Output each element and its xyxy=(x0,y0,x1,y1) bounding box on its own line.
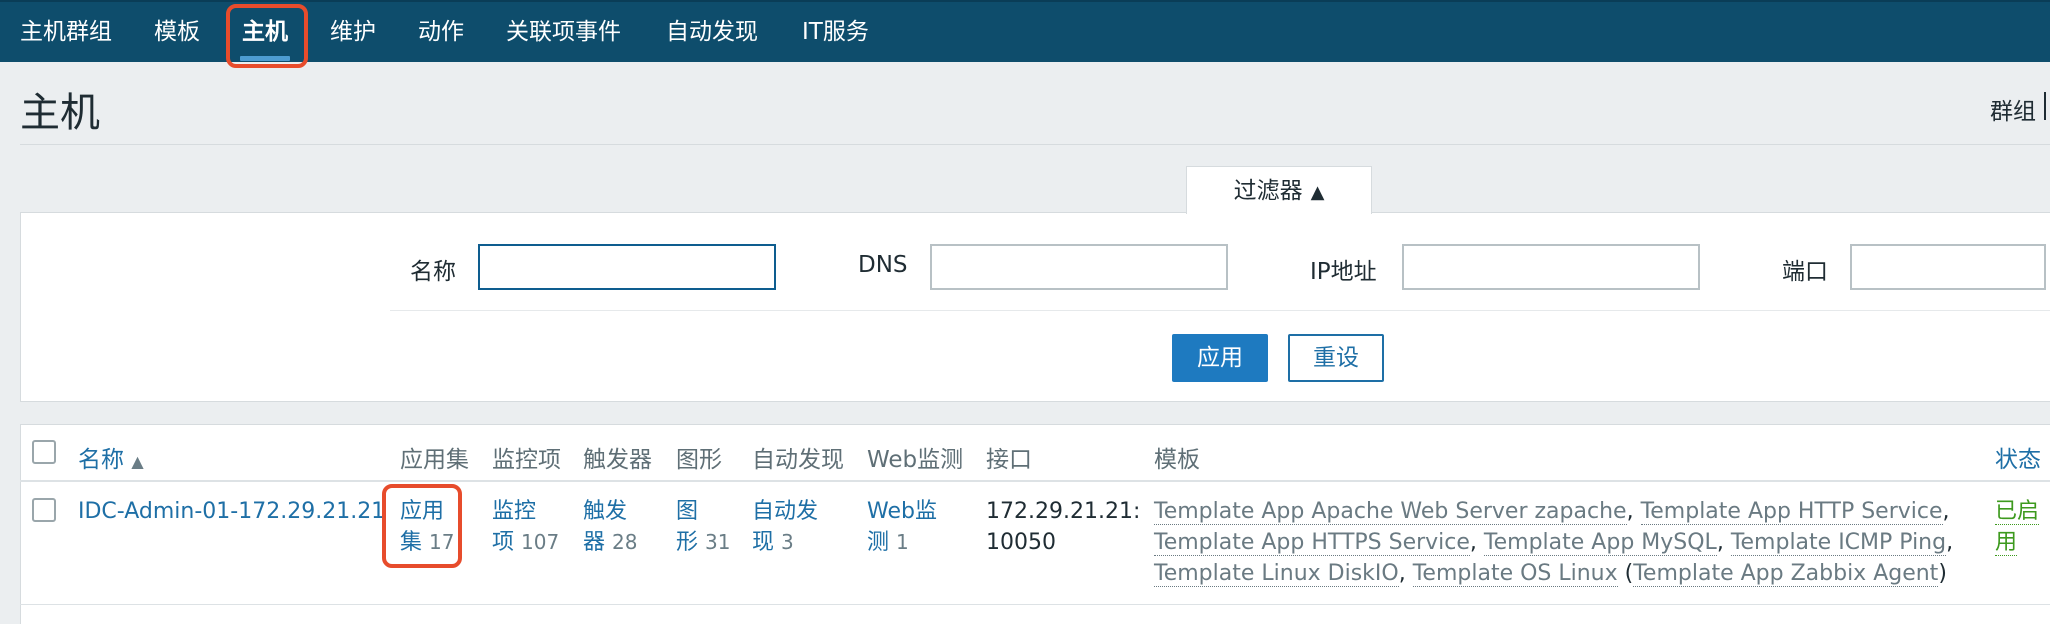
filter-divider xyxy=(390,310,2050,311)
graphs-link-label: 图 xyxy=(676,499,699,524)
template-link[interactable]: Template ICMP Ping xyxy=(1730,530,1947,556)
filter-tab-label: 过滤器 xyxy=(1233,178,1303,204)
applications-count: 17 xyxy=(429,530,455,554)
select-all-checkbox[interactable] xyxy=(32,440,56,464)
filter-tab[interactable]: 过滤器 ▲ xyxy=(1186,166,1372,214)
template-link[interactable]: Template OS Linux xyxy=(1412,561,1618,587)
web-count: 1 xyxy=(896,530,909,554)
filter-panel xyxy=(20,212,2050,402)
applications-link-label-2: 集 xyxy=(400,530,423,555)
nav-item-host-groups[interactable]: 主机群组 xyxy=(20,2,112,62)
table-header-divider xyxy=(20,480,2050,482)
host-name-link[interactable]: IDC-Admin-01-172.29.21.21 xyxy=(78,496,385,527)
top-navigation: 主机群组 模板 主机 维护 动作 关联项事件 自动发现 IT服务 xyxy=(0,0,2050,62)
web-link-label: Web监 xyxy=(867,499,937,524)
group-selector-label: 群组 xyxy=(1990,92,2046,126)
template-link[interactable]: Template App MySQL xyxy=(1483,530,1717,556)
filter-name-input[interactable] xyxy=(478,244,776,290)
reset-button[interactable]: 重设 xyxy=(1288,334,1384,382)
template-link[interactable]: Template App HTTP Service xyxy=(1640,499,1943,525)
header-divider xyxy=(20,144,2050,145)
web-link[interactable]: Web监 测 1 xyxy=(867,496,937,558)
items-link-label-2: 项 xyxy=(492,530,515,555)
discovery-link[interactable]: 自动发 现 3 xyxy=(752,496,818,558)
row-divider xyxy=(20,604,2050,605)
graphs-count: 31 xyxy=(705,530,731,554)
column-header-web: Web监测 xyxy=(867,447,964,473)
nav-item-discovery[interactable]: 自动发现 xyxy=(666,2,758,62)
triangle-up-icon: ▲ xyxy=(1310,182,1325,203)
status-label-2: 用 xyxy=(1995,530,2018,556)
nav-item-event-correlation[interactable]: 关联项事件 xyxy=(506,2,621,62)
apply-button[interactable]: 应用 xyxy=(1172,334,1268,382)
filter-ip-input[interactable] xyxy=(1402,244,1700,290)
applications-link-label: 应用 xyxy=(400,499,445,524)
sort-ascending-icon: ▲ xyxy=(131,452,144,471)
triggers-count: 28 xyxy=(612,530,638,554)
column-header-graphs: 图形 xyxy=(676,447,722,473)
column-header-interface: 接口 xyxy=(986,447,1032,473)
status-label: 已启 xyxy=(1995,499,2040,525)
nav-item-maintenance[interactable]: 维护 xyxy=(330,2,376,62)
nav-item-hosts[interactable]: 主机 xyxy=(242,2,288,62)
template-link[interactable]: Template App Zabbix Agent xyxy=(1633,561,1939,587)
interface-port: 10050 xyxy=(986,530,1056,555)
web-link-label-2: 测 xyxy=(867,530,890,555)
discovery-link-label: 自动发 xyxy=(752,499,819,524)
page-title: 主机 xyxy=(20,90,100,136)
column-header-triggers: 触发器 xyxy=(583,447,652,473)
applications-link[interactable]: 应用 集 17 xyxy=(400,496,454,558)
triggers-link-label-2: 器 xyxy=(583,530,606,555)
filter-ip-label: IP地址 xyxy=(1310,259,1377,285)
column-header-applications: 应用集 xyxy=(400,447,469,473)
templates-cell: Template App Apache Web Server zapache, … xyxy=(1154,499,1954,587)
nav-item-templates[interactable]: 模板 xyxy=(154,2,200,62)
filter-port-label: 端口 xyxy=(1782,259,1828,285)
template-link[interactable]: Template App Apache Web Server zapache xyxy=(1154,499,1627,525)
filter-dns-input[interactable] xyxy=(930,244,1228,290)
column-header-items: 监控项 xyxy=(492,447,561,473)
interface-cell: 172.29.21.21: 10050 xyxy=(986,496,1140,558)
column-header-status[interactable]: 状态 xyxy=(1995,440,2041,474)
column-header-name-label: 名称 xyxy=(78,447,124,473)
column-header-name[interactable]: 名称 ▲ xyxy=(78,440,144,474)
graphs-link-label-2: 形 xyxy=(676,530,699,555)
row-select-checkbox[interactable] xyxy=(32,498,56,522)
column-header-discovery: 自动发现 xyxy=(752,447,844,473)
filter-dns-label: DNS xyxy=(858,252,908,278)
items-count: 107 xyxy=(521,530,560,554)
status-toggle[interactable]: 已启 用 xyxy=(1995,496,2040,558)
items-link[interactable]: 监控 项 107 xyxy=(492,496,559,558)
filter-name-label: 名称 xyxy=(410,259,456,285)
template-link[interactable]: Template App HTTPS Service xyxy=(1154,530,1470,556)
triggers-link[interactable]: 触发 器 28 xyxy=(583,496,637,558)
nav-item-it-services[interactable]: IT服务 xyxy=(802,2,869,62)
template-link[interactable]: Template Linux DiskIO xyxy=(1154,561,1399,587)
interface-ip: 172.29.21.21: xyxy=(986,499,1141,524)
nav-active-indicator xyxy=(240,56,290,61)
items-link-label: 监控 xyxy=(492,499,537,524)
discovery-count: 3 xyxy=(781,530,794,554)
nav-item-actions[interactable]: 动作 xyxy=(418,2,464,62)
column-header-templates: 模板 xyxy=(1154,447,1200,473)
discovery-link-label-2: 现 xyxy=(752,530,775,555)
filter-port-input[interactable] xyxy=(1850,244,2046,290)
graphs-link[interactable]: 图 形 31 xyxy=(676,496,730,558)
triggers-link-label: 触发 xyxy=(583,499,628,524)
